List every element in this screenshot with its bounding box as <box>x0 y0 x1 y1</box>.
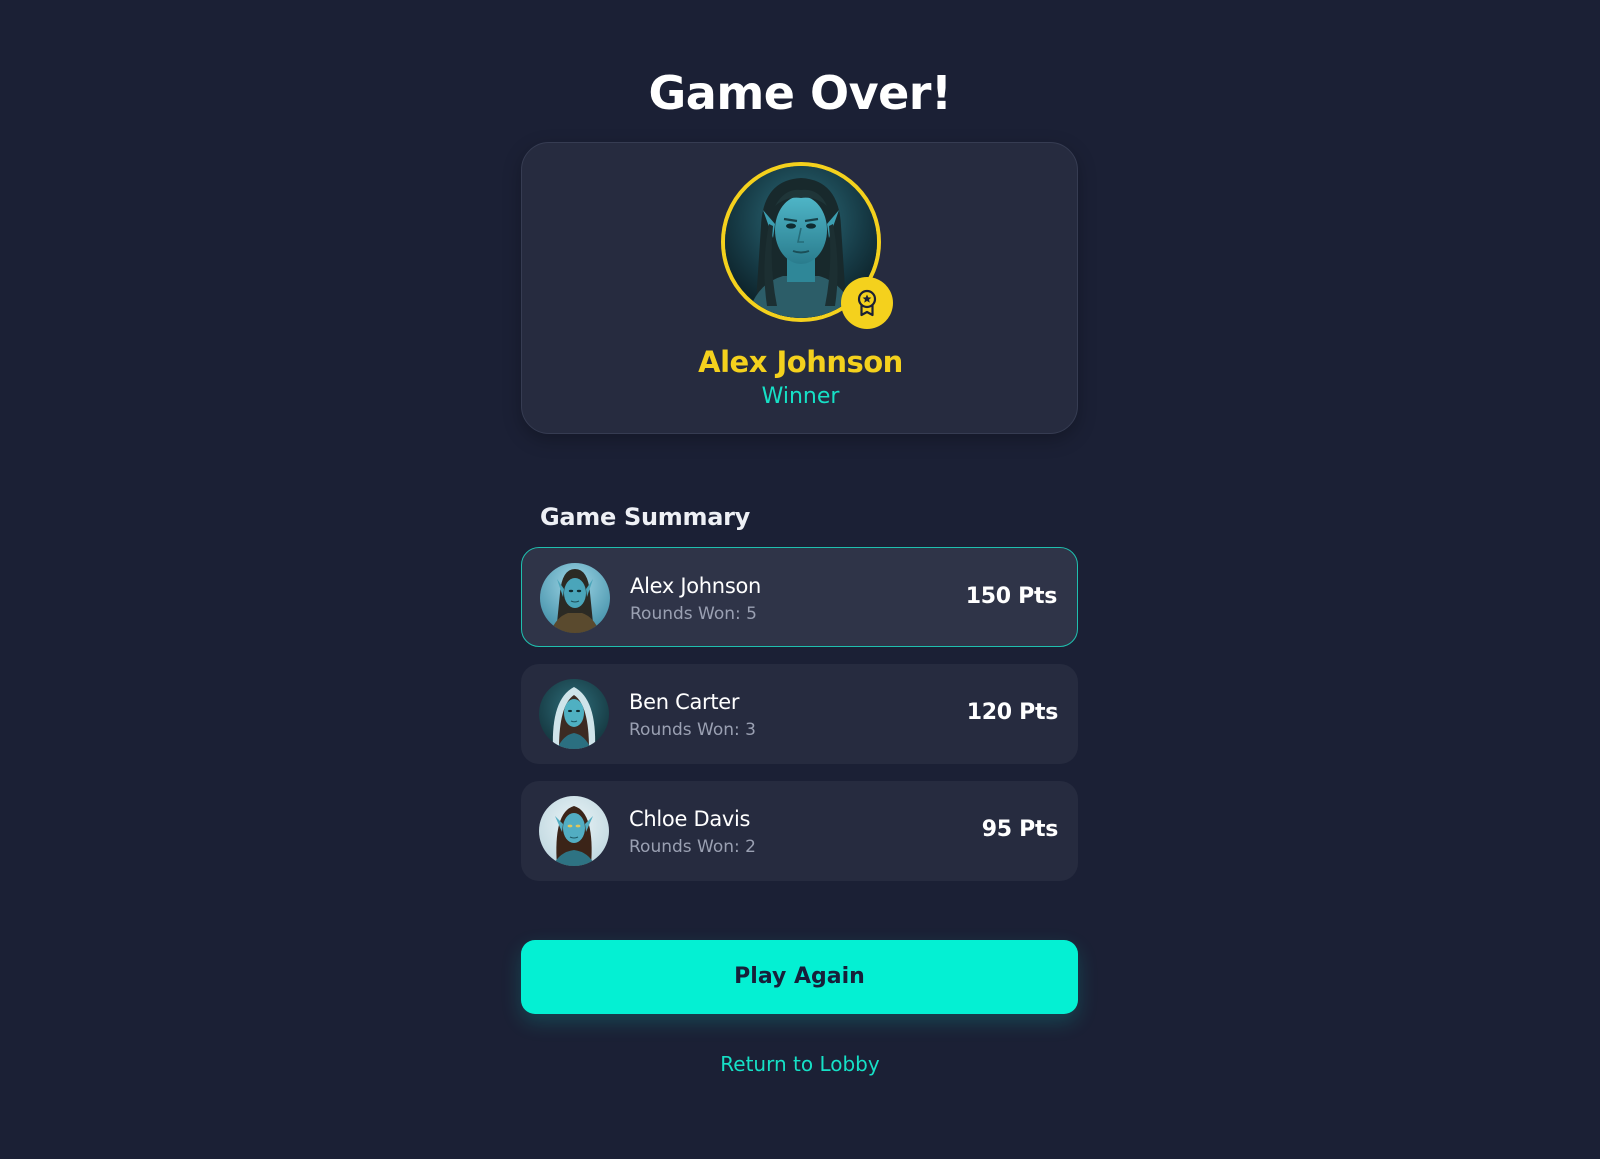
player-points: 120 Pts <box>966 700 1059 725</box>
player-rounds: Rounds Won: 2 <box>629 837 756 857</box>
player-avatar <box>540 563 610 633</box>
award-ribbon-icon <box>841 277 893 329</box>
player-row[interactable]: Chloe Davis Rounds Won: 2 95 Pts <box>521 781 1078 881</box>
player-name: Alex Johnson <box>630 574 762 598</box>
player-name: Chloe Davis <box>629 807 751 831</box>
player-points: 150 Pts <box>965 584 1058 609</box>
player-rounds: Rounds Won: 5 <box>630 604 757 624</box>
player-row[interactable]: Ben Carter Rounds Won: 3 120 Pts <box>521 664 1078 764</box>
return-to-lobby-link[interactable]: Return to Lobby <box>0 1050 1600 1078</box>
player-row[interactable]: Alex Johnson Rounds Won: 5 150 Pts <box>521 547 1078 647</box>
game-over-screen: Game Over! Alex Johnson Winner Game Summ… <box>0 0 1600 1159</box>
winner-card: Alex Johnson Winner <box>521 142 1078 434</box>
winner-label: Winner <box>761 384 840 409</box>
player-avatar <box>539 796 609 866</box>
player-rounds: Rounds Won: 3 <box>629 720 756 740</box>
page-title: Game Over! <box>648 66 952 120</box>
player-points: 95 Pts <box>981 817 1059 842</box>
player-name: Ben Carter <box>629 690 740 714</box>
player-avatar <box>539 679 609 749</box>
summary-title: Game Summary <box>540 503 750 531</box>
winner-name: Alex Johnson <box>698 345 903 379</box>
play-again-button[interactable]: Play Again <box>521 940 1078 1014</box>
